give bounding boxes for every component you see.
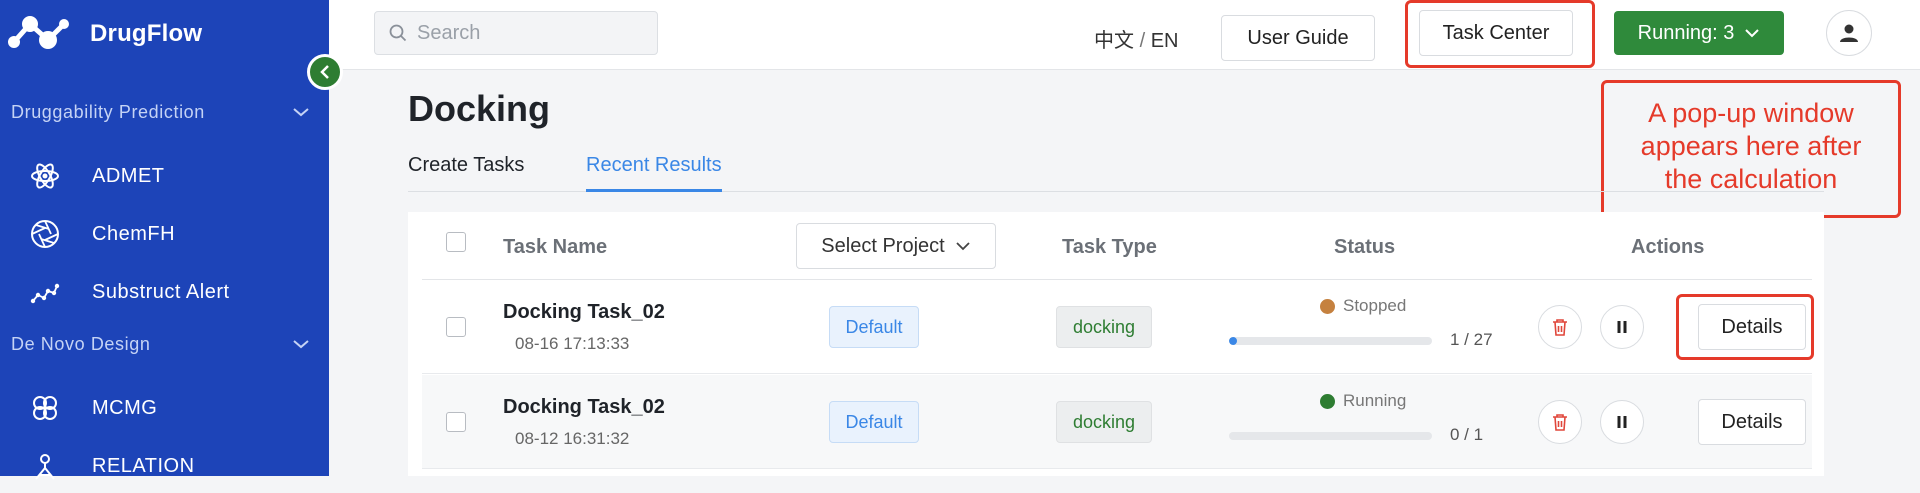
lang-zh[interactable]: 中文 xyxy=(1094,30,1134,52)
sidebar: DrugFlow Druggability Prediction ADMET C… xyxy=(0,0,329,480)
sidebar-item-admet[interactable]: ADMET xyxy=(0,149,329,203)
pause-icon xyxy=(1617,321,1627,333)
column-header-task-type: Task Type xyxy=(1062,236,1157,258)
sidebar-item-substruct-alert[interactable]: Substruct Alert xyxy=(0,265,329,319)
project-tag: Default xyxy=(829,401,919,443)
select-project-dropdown[interactable]: Select Project xyxy=(796,223,996,269)
details-button[interactable]: Details xyxy=(1698,399,1806,445)
lang-separator: / xyxy=(1139,30,1146,52)
sidebar-item-label: RELATION xyxy=(92,454,195,477)
delete-button[interactable] xyxy=(1538,305,1582,349)
tab-create-tasks[interactable]: Create Tasks xyxy=(408,154,524,189)
sidebar-item-mcmg[interactable]: MCMG xyxy=(0,381,329,435)
task-name[interactable]: Docking Task_02 xyxy=(503,301,665,324)
user-avatar[interactable] xyxy=(1826,10,1872,56)
aperture-icon xyxy=(30,219,60,249)
task-center-button[interactable]: Task Center xyxy=(1419,10,1573,56)
pause-icon xyxy=(1617,416,1627,428)
annotation-line: A pop-up window xyxy=(1648,98,1854,128)
tab-bar: Create Tasks Recent Results xyxy=(408,150,1824,192)
status-indicator: Stopped xyxy=(1320,296,1406,316)
trash-icon xyxy=(1553,414,1567,431)
pause-button[interactable] xyxy=(1600,305,1644,349)
progress-count: 1 / 27 xyxy=(1450,330,1493,349)
chevron-down-icon xyxy=(956,242,970,251)
status-label: Running xyxy=(1343,391,1407,410)
task-type-tag: docking xyxy=(1056,306,1152,348)
status-indicator: Running xyxy=(1320,391,1406,411)
status-dot xyxy=(1320,393,1335,409)
section-de-novo-design[interactable]: De Novo Design xyxy=(0,324,329,364)
sidebar-item-relation[interactable]: RELATION xyxy=(0,439,329,493)
column-header-task-name[interactable]: Task Name xyxy=(503,236,607,259)
user-guide-button[interactable]: User Guide xyxy=(1221,15,1375,61)
atom-icon xyxy=(30,161,60,191)
search-icon xyxy=(389,24,407,42)
delete-button[interactable] xyxy=(1538,400,1582,444)
chevron-down-icon xyxy=(293,340,309,349)
sidebar-item-label: Substruct Alert xyxy=(92,280,230,303)
sidebar-item-chemfh[interactable]: ChemFH xyxy=(0,207,329,261)
chevron-down-icon xyxy=(293,108,309,117)
search-box[interactable] xyxy=(374,11,658,55)
chevron-left-icon xyxy=(320,65,329,79)
page-title: Docking xyxy=(408,88,551,129)
progress-bar xyxy=(1229,432,1432,440)
section-druggability-prediction[interactable]: Druggability Prediction xyxy=(0,92,329,132)
progress-count: 0 / 1 xyxy=(1450,425,1484,444)
task-date: 08-12 16:31:32 xyxy=(515,429,630,448)
row-checkbox[interactable] xyxy=(446,412,466,432)
task-type-tag: docking xyxy=(1056,401,1152,443)
pause-button[interactable] xyxy=(1600,400,1644,444)
sidebar-item-label: ChemFH xyxy=(92,222,176,245)
sidebar-collapse-button[interactable] xyxy=(307,54,343,90)
status-dot xyxy=(1320,298,1335,314)
task-name[interactable]: Docking Task_02 xyxy=(503,396,665,419)
section-title: Druggability Prediction xyxy=(11,101,205,122)
row-checkbox[interactable] xyxy=(446,317,466,337)
select-project-label: Select Project xyxy=(821,234,945,257)
table-row[interactable]: Docking Task_02 08-16 17:13:33 Default d… xyxy=(422,280,1812,374)
popup-annotation: A pop-up window appears here after the c… xyxy=(1601,80,1901,218)
section-title: De Novo Design xyxy=(11,333,151,354)
column-header-actions: Actions xyxy=(1631,236,1705,258)
running-tasks-label: Running: 3 xyxy=(1637,21,1735,44)
column-header-status: Status xyxy=(1334,236,1396,258)
sidebar-item-label: MCMG xyxy=(92,396,158,419)
tab-recent-results[interactable]: Recent Results xyxy=(586,154,722,192)
sidebar-item-label: ADMET xyxy=(92,164,165,187)
progress-fill xyxy=(1229,337,1237,345)
project-tag: Default xyxy=(829,306,919,348)
chevron-down-icon xyxy=(1745,29,1760,38)
relation-icon xyxy=(30,451,60,481)
table-row[interactable]: Docking Task_02 08-12 16:31:32 Default d… xyxy=(422,375,1812,469)
results-table: Task Name Select Project Task Type Statu… xyxy=(408,212,1824,476)
app-name: DrugFlow xyxy=(90,20,203,47)
language-switch[interactable]: 中文 / EN xyxy=(1094,24,1178,53)
drugflow-logo-icon xyxy=(8,16,69,49)
table-header: Task Name Select Project Task Type Statu… xyxy=(422,212,1812,280)
hexagon-cluster-icon xyxy=(30,393,60,423)
lang-en[interactable]: EN xyxy=(1151,30,1179,52)
details-button[interactable]: Details xyxy=(1698,304,1806,350)
user-icon xyxy=(1840,24,1858,42)
running-tasks-button[interactable]: Running: 3 xyxy=(1614,11,1784,55)
progress-bar xyxy=(1229,337,1432,345)
app-logo[interactable]: DrugFlow xyxy=(8,12,202,56)
task-date: 08-16 17:13:33 xyxy=(515,334,630,353)
select-all-checkbox[interactable] xyxy=(446,232,466,252)
molecule-icon xyxy=(30,277,60,307)
search-input[interactable] xyxy=(417,21,637,45)
top-bar: 中文 / EN User Guide Task Center Running: … xyxy=(329,0,1920,70)
status-label: Stopped xyxy=(1343,296,1407,315)
trash-icon xyxy=(1553,319,1567,336)
